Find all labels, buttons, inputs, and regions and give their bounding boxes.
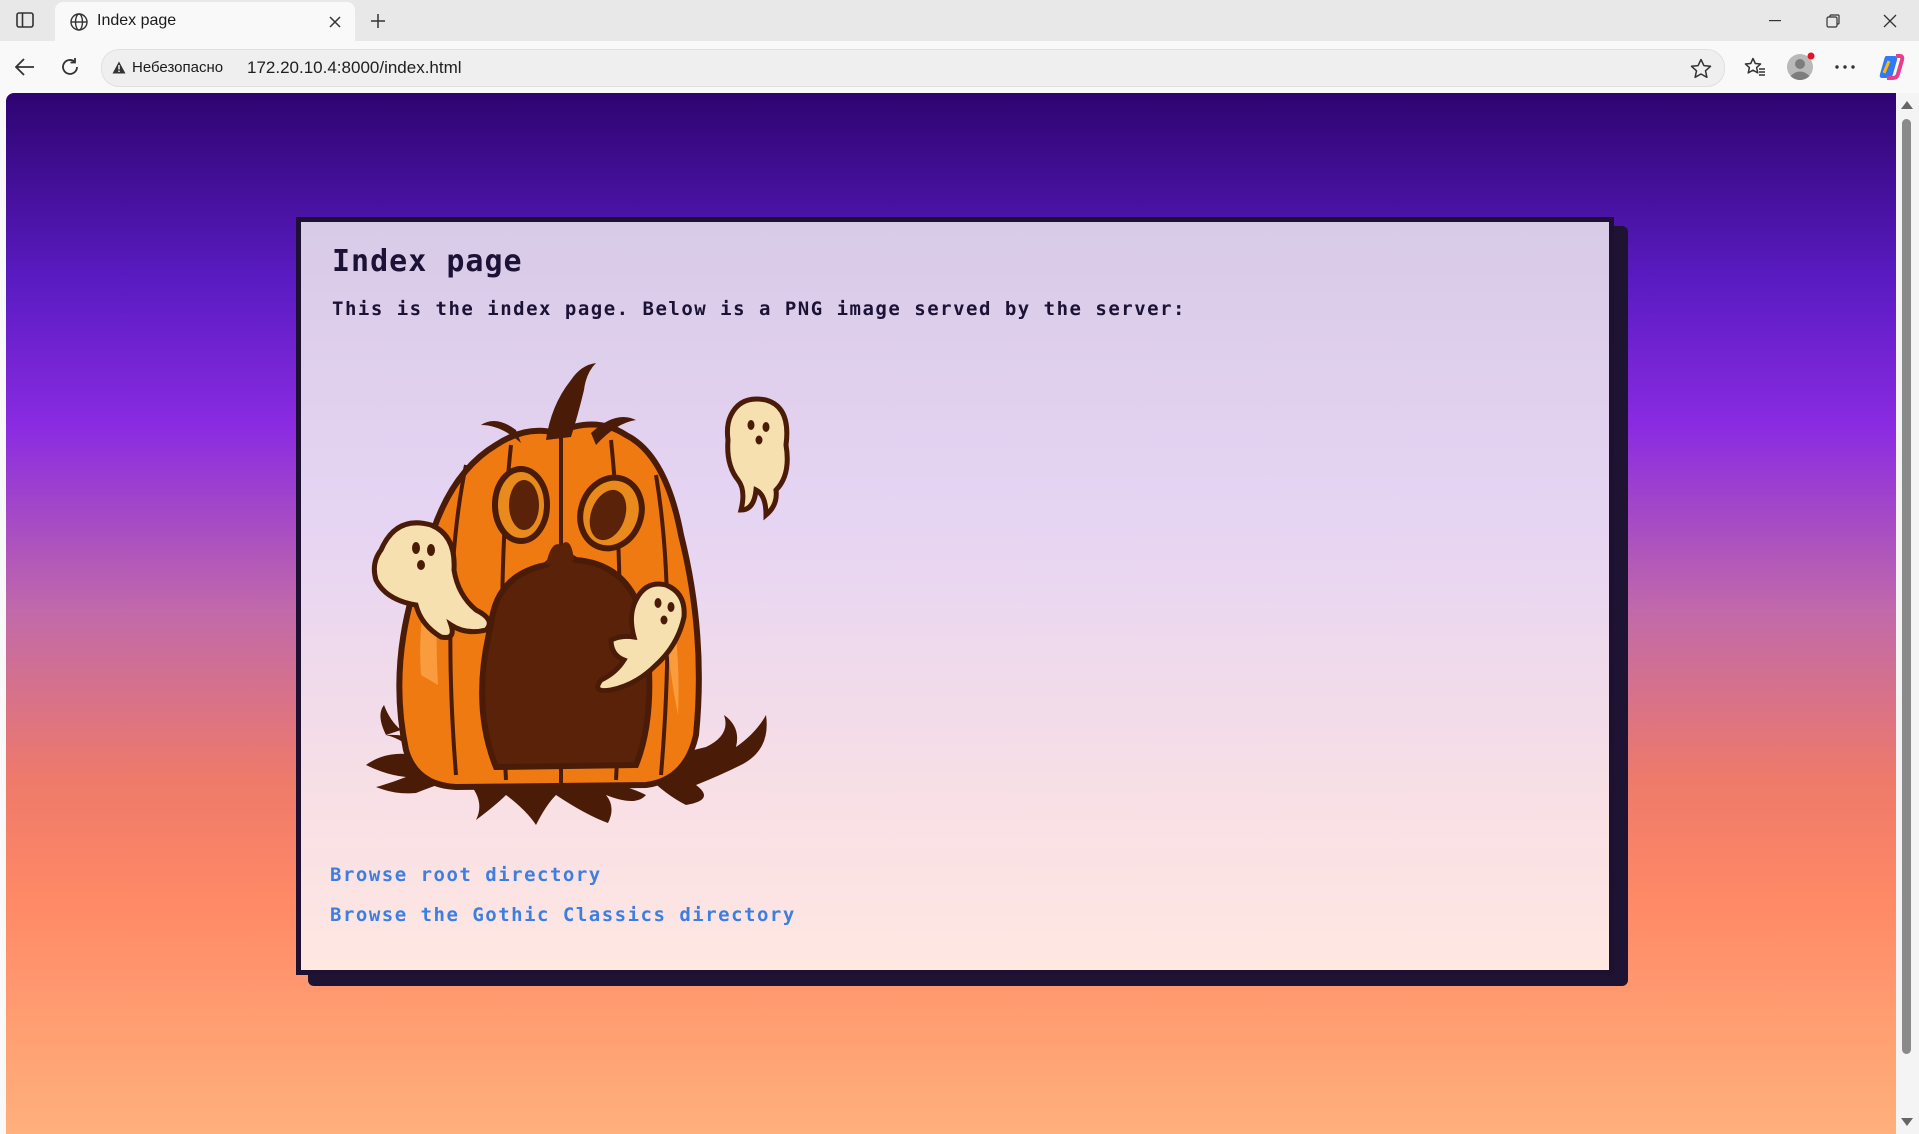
content-card: Index page This is the index page. Below… (296, 217, 1614, 975)
tab-title: Index page (97, 12, 177, 29)
title-bar: Index page (0, 0, 1919, 41)
sidebar-toggle-icon[interactable] (10, 7, 40, 33)
profile-avatar-icon[interactable] (1784, 51, 1816, 83)
page-description: This is the index page. Below is a PNG i… (332, 298, 1186, 320)
globe-icon (69, 12, 89, 32)
vertical-scrollbar[interactable] (1896, 93, 1919, 1134)
close-window-icon[interactable] (1862, 0, 1918, 41)
new-tab-button[interactable] (364, 7, 392, 35)
restore-icon[interactable] (1805, 0, 1861, 41)
favorites-icon[interactable] (1739, 51, 1771, 83)
url-text[interactable]: 172.20.10.4:8000/index.html (247, 58, 462, 78)
back-arrow-icon[interactable] (9, 51, 41, 83)
scroll-down-arrow-icon[interactable] (1901, 1118, 1913, 1126)
tab-index-page[interactable]: Index page (55, 2, 355, 41)
more-menu-icon[interactable] (1829, 51, 1861, 83)
favorite-star-icon[interactable] (1688, 55, 1714, 81)
minimize-icon[interactable] (1747, 0, 1803, 41)
scroll-up-arrow-icon[interactable] (1901, 101, 1913, 109)
navigation-toolbar: Небезопасно 172.20.10.4:8000/index.html (0, 41, 1919, 93)
browse-root-link[interactable]: Browse root directory (330, 864, 602, 886)
copilot-icon[interactable] (1875, 51, 1907, 83)
security-indicator[interactable]: Небезопасно (112, 59, 223, 76)
scroll-thumb[interactable] (1902, 119, 1911, 1054)
reload-icon[interactable] (54, 51, 86, 83)
pumpkin-ghosts-image (366, 363, 790, 825)
address-bar[interactable]: Небезопасно 172.20.10.4:8000/index.html (101, 49, 1725, 87)
browse-gothic-classics-link[interactable]: Browse the Gothic Classics directory (330, 904, 796, 926)
page-viewport: Index page This is the index page. Below… (6, 93, 1896, 1134)
tab-close-icon[interactable] (323, 10, 347, 34)
page-title: Index page (332, 244, 523, 279)
security-label: Небезопасно (132, 59, 224, 76)
warning-icon (112, 61, 126, 74)
